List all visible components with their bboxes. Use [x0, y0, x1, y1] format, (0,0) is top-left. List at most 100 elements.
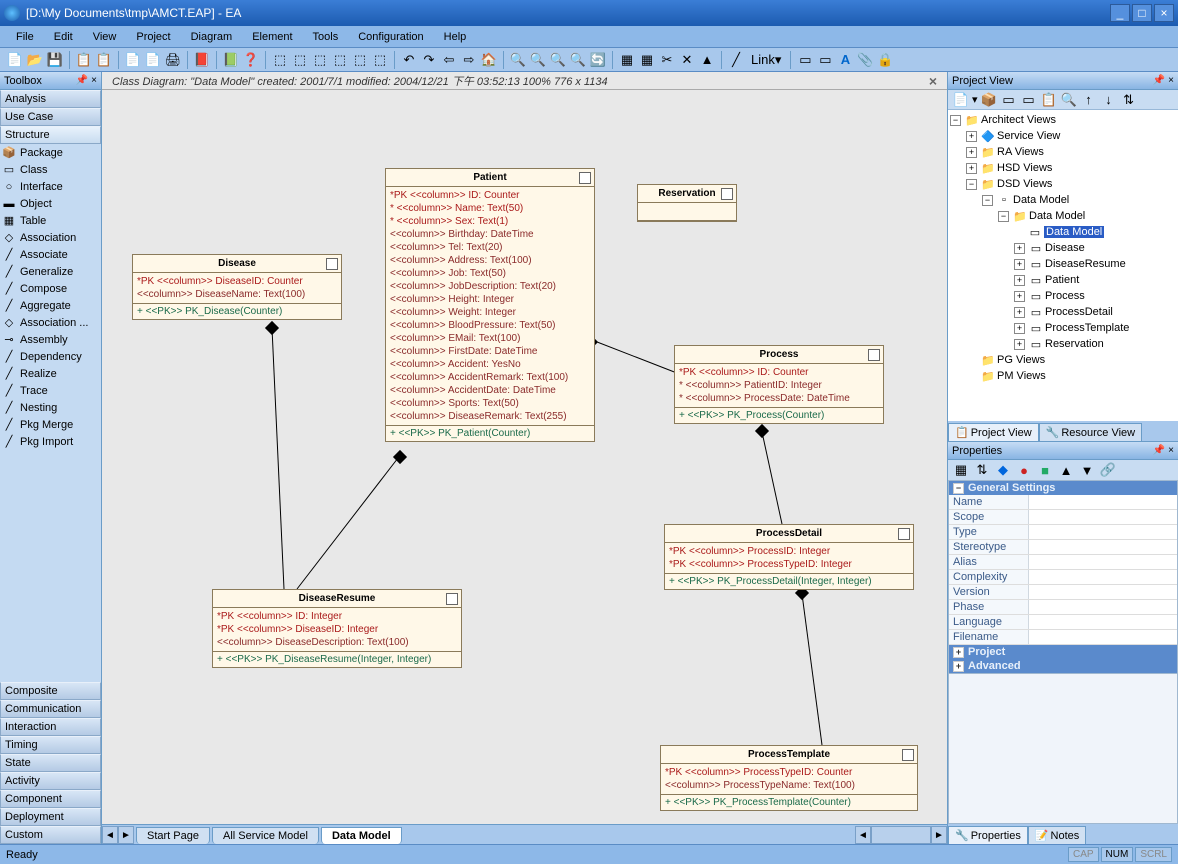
help-icon[interactable]: ❓ — [242, 51, 260, 69]
undo-icon[interactable]: ↶ — [400, 51, 418, 69]
canvas-close-icon[interactable]: × — [929, 73, 937, 89]
new-icon[interactable]: 📄 — [6, 51, 24, 69]
delete-icon[interactable]: ✕ — [678, 51, 696, 69]
tree-ra[interactable]: +📁RA Views — [950, 144, 1176, 160]
toolbox-cat-state[interactable]: State — [0, 754, 101, 772]
tree-diseaseresume[interactable]: +▭DiseaseResume — [950, 256, 1176, 272]
tree-dm[interactable]: −▫Data Model — [950, 192, 1176, 208]
diagram-canvas[interactable]: Disease *PK <<column>> DiseaseID: Counte… — [102, 90, 947, 824]
pv-doc-icon[interactable]: 📋 — [1040, 91, 1058, 109]
prop-up-icon[interactable]: ▲ — [1057, 461, 1075, 479]
tree-process[interactable]: +▭Process — [950, 288, 1176, 304]
prop-sort-icon[interactable]: ⇅ — [973, 461, 991, 479]
expand-icon[interactable]: + — [966, 131, 977, 142]
pv-new-icon[interactable]: 📄 — [952, 91, 970, 109]
expand-icon[interactable]: − — [998, 211, 1009, 222]
close-button[interactable]: × — [1154, 4, 1174, 22]
book-icon[interactable]: 📕 — [193, 51, 211, 69]
back-icon[interactable]: ⇦ — [440, 51, 458, 69]
tree-reservation[interactable]: +▭Reservation — [950, 336, 1176, 352]
toolbox-item-interface[interactable]: ○Interface — [0, 178, 101, 195]
tree-processtemplate[interactable]: +▭ProcessTemplate — [950, 320, 1176, 336]
hscrollbar[interactable] — [871, 826, 931, 844]
class-processdetail[interactable]: ProcessDetail *PK <<column>> ProcessID: … — [664, 524, 914, 590]
scroll-right-icon[interactable]: ► — [931, 826, 947, 844]
tab-allservice[interactable]: All Service Model — [212, 827, 319, 844]
prop-scope[interactable]: Scope — [949, 510, 1177, 525]
prop-link-icon[interactable]: 🔗 — [1099, 461, 1117, 479]
toolbox-cat-activity[interactable]: Activity — [0, 772, 101, 790]
grid-icon[interactable]: ▦ — [618, 51, 636, 69]
scroll-left-icon[interactable]: ◄ — [855, 826, 871, 844]
expand-icon[interactable]: − — [966, 179, 977, 190]
home-icon[interactable]: 🏠 — [480, 51, 498, 69]
toolbox-item-trace[interactable]: ╱Trace — [0, 382, 101, 399]
tree-hsd[interactable]: +📁HSD Views — [950, 160, 1176, 176]
expand-icon[interactable]: + — [1014, 291, 1025, 302]
expand-icon[interactable]: + — [1014, 259, 1025, 270]
toolbox-item-pkgmerge[interactable]: ╱Pkg Merge — [0, 416, 101, 433]
tree-pg[interactable]: 📁PG Views — [950, 352, 1176, 368]
align-icon[interactable]: ⬚ — [271, 51, 289, 69]
toolbox-cat-timing[interactable]: Timing — [0, 736, 101, 754]
toolbox-item-association2[interactable]: ◇Association ... — [0, 314, 101, 331]
pv-up-icon[interactable]: ↑ — [1080, 91, 1098, 109]
align3-icon[interactable]: ⬚ — [311, 51, 329, 69]
toolbox-cat-analysis[interactable]: Analysis — [0, 90, 101, 108]
book2-icon[interactable]: 📗 — [222, 51, 240, 69]
toolbox-cat-deployment[interactable]: Deployment — [0, 808, 101, 826]
align6-icon[interactable]: ⬚ — [371, 51, 389, 69]
tab-next-icon[interactable]: ► — [118, 826, 134, 844]
prop-language[interactable]: Language — [949, 615, 1177, 630]
pv-search-icon[interactable]: 🔍 — [1060, 91, 1078, 109]
toolbox-cat-structure[interactable]: Structure — [0, 126, 101, 144]
tree-disease[interactable]: +▭Disease — [950, 240, 1176, 256]
paste-icon[interactable]: 📋 — [95, 51, 113, 69]
toolbox-item-nesting[interactable]: ╱Nesting — [0, 399, 101, 416]
toolbox-item-package[interactable]: 📦Package — [0, 144, 101, 161]
align2-icon[interactable]: ⬚ — [291, 51, 309, 69]
prop-version[interactable]: Version — [949, 585, 1177, 600]
prop-filename[interactable]: Filename — [949, 630, 1177, 645]
link-dropdown[interactable]: Link ▾ — [747, 51, 785, 69]
forward-icon[interactable]: ⇨ — [460, 51, 478, 69]
zoom-fit-icon[interactable]: 🔍 — [549, 51, 567, 69]
menu-element[interactable]: Element — [244, 29, 300, 45]
expand-icon[interactable]: + — [1014, 275, 1025, 286]
prop-grid-icon[interactable]: ▦ — [952, 461, 970, 479]
class-disease[interactable]: Disease *PK <<column>> DiseaseID: Counte… — [132, 254, 342, 320]
menu-diagram[interactable]: Diagram — [183, 29, 241, 45]
menu-project[interactable]: Project — [128, 29, 178, 45]
prop-circle-icon[interactable]: ● — [1015, 461, 1033, 479]
prop-down-icon[interactable]: ▼ — [1078, 461, 1096, 479]
class-reservation[interactable]: Reservation — [637, 184, 737, 222]
prop-section-project[interactable]: +Project — [949, 645, 1177, 659]
tree-pm[interactable]: 📁PM Views — [950, 368, 1176, 384]
menu-tools[interactable]: Tools — [305, 29, 347, 45]
class-processtemplate[interactable]: ProcessTemplate *PK <<column>> ProcessTy… — [660, 745, 918, 811]
toolbox-cat-usecase[interactable]: Use Case — [0, 108, 101, 126]
expand-icon[interactable]: + — [1014, 307, 1025, 318]
tree-service[interactable]: +🔷Service View — [950, 128, 1176, 144]
toolbox-cat-composite[interactable]: Composite — [0, 682, 101, 700]
tree-root[interactable]: −📁Architect Views — [950, 112, 1176, 128]
class-process[interactable]: Process *PK <<column>> ID: Counter * <<c… — [674, 345, 884, 424]
note-icon[interactable]: ▭ — [796, 51, 814, 69]
open-icon[interactable]: 📂 — [26, 51, 44, 69]
menu-file[interactable]: File — [8, 29, 42, 45]
menu-configuration[interactable]: Configuration — [350, 29, 431, 45]
refresh-icon[interactable]: 🔄 — [589, 51, 607, 69]
prop-section-advanced[interactable]: +Advanced — [949, 659, 1177, 673]
tool-icon[interactable]: ✂ — [658, 51, 676, 69]
pv-pkg-icon[interactable]: 📦 — [980, 91, 998, 109]
prop-name[interactable]: Name — [949, 495, 1177, 510]
pin-icon[interactable]: 📌 × — [1153, 75, 1174, 86]
draw-icon[interactable]: ╱ — [727, 51, 745, 69]
expand-icon[interactable]: + — [966, 147, 977, 158]
text-icon[interactable]: A — [836, 51, 854, 69]
save-icon[interactable]: 💾 — [46, 51, 64, 69]
tab-notes[interactable]: 📝Notes — [1028, 826, 1086, 844]
pv-sort-icon[interactable]: ⇅ — [1120, 91, 1138, 109]
zoom-icon[interactable]: 🔍 — [569, 51, 587, 69]
tree-dm2[interactable]: −📁Data Model — [950, 208, 1176, 224]
